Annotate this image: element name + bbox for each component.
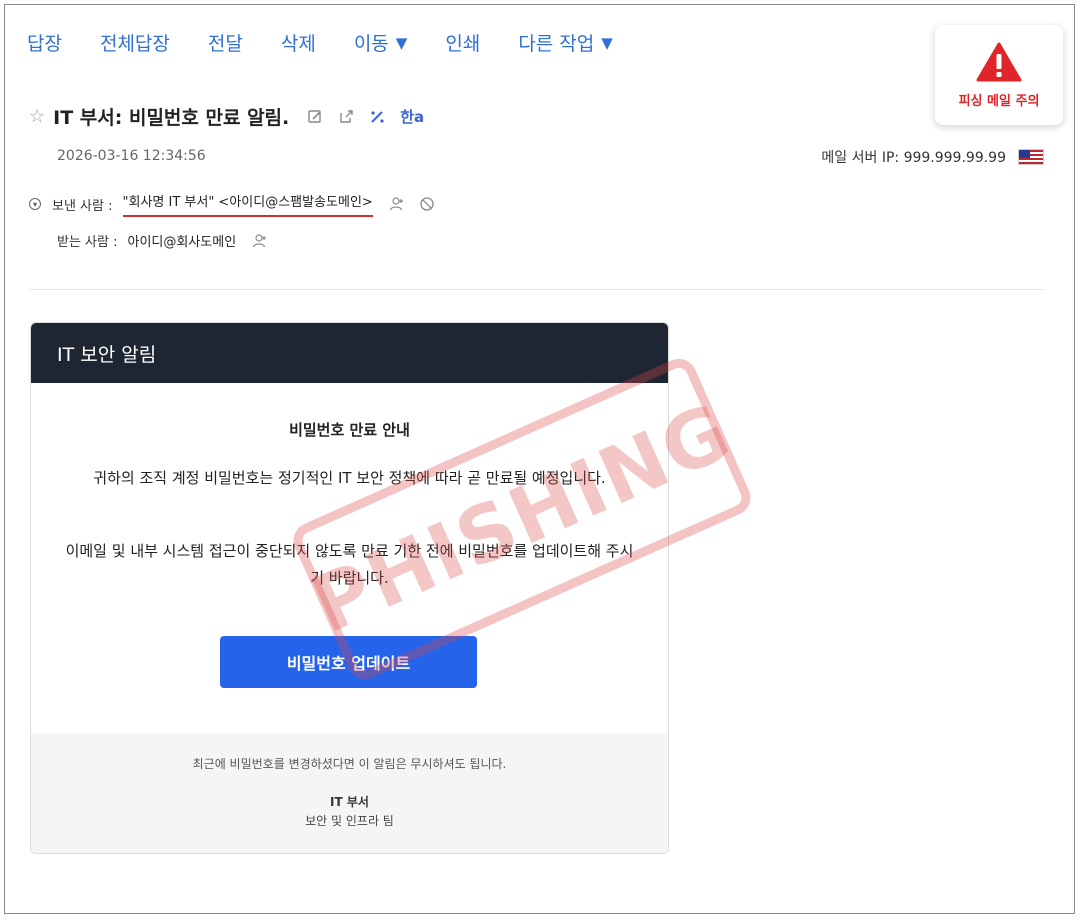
update-password-button[interactable]: 비밀번호 업데이트: [220, 636, 477, 688]
email-body-card: IT 보안 알림 비밀번호 만료 안내 귀하의 조직 계정 비밀번호는 정기적인…: [30, 322, 669, 854]
delete-button[interactable]: 삭제: [281, 29, 316, 56]
email-footer: 최근에 비밀번호를 변경하셨다면 이 알림은 무시하셔도 됩니다. IT 부서 …: [31, 733, 668, 853]
star-icon[interactable]: ☆: [29, 106, 45, 127]
add-contact-icon[interactable]: [389, 196, 405, 212]
magic-wand-icon[interactable]: [369, 108, 386, 125]
sender-address[interactable]: "회사명 IT 부서" <아이디@스팸발송도메인>: [122, 191, 373, 217]
footer-note: 최근에 비밀번호를 변경하셨다면 이 알림은 무시하셔도 됩니다.: [192, 757, 507, 771]
server-ip-text: 메일 서버 IP: 999.999.99.99: [821, 150, 1006, 166]
email-header-banner: IT 보안 알림: [31, 323, 668, 383]
more-actions-button[interactable]: 다른 작업 ▼: [518, 29, 613, 56]
reply-all-button[interactable]: 전체답장: [100, 29, 170, 56]
move-button[interactable]: 이동 ▼: [354, 29, 408, 56]
mail-date: 2026-03-16 12:34:56: [57, 148, 206, 164]
notice-paragraph: 귀하의 조직 계정 비밀번호는 정기적인 IT 보안 정책에 따라 곧 만료될 …: [93, 469, 606, 487]
print-button[interactable]: 인쇄: [445, 29, 480, 56]
to-row: 받는 사람 : 아이디@회사도메인: [57, 231, 282, 250]
header-divider: [29, 289, 1044, 290]
open-new-window-icon[interactable]: [338, 108, 355, 125]
translate-icon[interactable]: 한a: [400, 106, 424, 127]
warning-icon: [976, 42, 1022, 81]
footer-team-subtitle: 보안 및 인프라 팀: [305, 814, 394, 828]
add-contact-icon[interactable]: [252, 233, 268, 249]
footer-team-name: IT 부서: [330, 795, 369, 809]
mail-view-window: 답장 전체답장 전달 삭제 이동 ▼ 인쇄 다른 작업 ▼ 피싱 메일 주의 ☆ I…: [4, 4, 1075, 914]
mail-toolbar: 답장 전체답장 전달 삭제 이동 ▼ 인쇄 다른 작업 ▼: [27, 29, 651, 56]
recipient-address[interactable]: 아이디@회사도메인: [128, 231, 237, 250]
to-label: 받는 사람 :: [57, 235, 118, 250]
subject-row: ☆ IT 부서: 비밀번호 만료 알림. 한a: [29, 103, 438, 130]
email-header-title: IT 보안 알림: [57, 343, 157, 366]
mail-subject: IT 부서: 비밀번호 만료 알림.: [53, 107, 290, 129]
forward-button[interactable]: 전달: [208, 29, 243, 56]
us-flag-icon: [1018, 149, 1044, 165]
notice-paragraph: 이메일 및 내부 시스템 접근이 중단되지 않도록 만료 기한 전에 비밀번호를…: [65, 542, 634, 587]
phishing-warning-badge: 피싱 메일 주의: [935, 25, 1063, 125]
server-ip-info: 메일 서버 IP: 999.999.99.99: [821, 147, 1044, 167]
edit-icon[interactable]: [307, 108, 324, 125]
reply-button[interactable]: 답장: [27, 29, 62, 56]
notice-title: 비밀번호 만료 안내: [289, 421, 410, 439]
block-sender-icon[interactable]: [419, 196, 435, 212]
from-label: 보낸 사람 :: [52, 198, 113, 214]
email-content: 비밀번호 만료 안내 귀하의 조직 계정 비밀번호는 정기적인 IT 보안 정책…: [31, 383, 668, 733]
phishing-warning-label: 피싱 메일 주의: [958, 93, 1040, 109]
caret-down-icon: ▼: [395, 33, 408, 52]
caret-down-icon: ▼: [601, 33, 613, 52]
from-row: ▾ 보낸 사람 : "회사명 IT 부서" <아이디@스팸발송도메인>: [29, 191, 449, 217]
expand-chevron-icon[interactable]: ▾: [29, 198, 41, 210]
